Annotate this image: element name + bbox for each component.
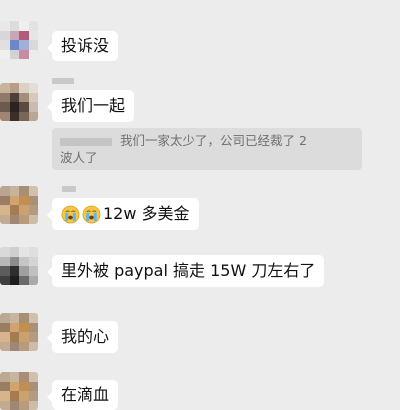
avatar[interactable]: [0, 372, 38, 410]
avatar[interactable]: [0, 21, 38, 59]
quoted-text-line-2: 波人了: [60, 150, 98, 165]
avatar[interactable]: [0, 83, 38, 121]
message-bubble[interactable]: 里外被 paypal 搞走 15W 刀左右了: [46, 255, 325, 287]
message-text: 投诉没: [61, 36, 110, 55]
quoted-text-line-1: 我们一家太少了，公司已经裁了 2: [120, 133, 307, 148]
avatar[interactable]: [0, 186, 38, 224]
crying-face-icon: [82, 205, 101, 223]
quoted-sender-name: [60, 137, 112, 146]
sender-name: [52, 78, 74, 84]
crying-face-icon: [61, 205, 80, 223]
message-text: 里外被 paypal 搞走 15W 刀左右了: [61, 261, 316, 280]
chat-window: 投诉没 我们一起 我们一家太少了，公司已经裁了 2 波人了 12w 多美金 里外…: [0, 0, 400, 410]
avatar[interactable]: [0, 313, 38, 351]
message-bubble[interactable]: 12w 多美金: [47, 198, 199, 230]
message-text: 我们一起: [61, 96, 126, 115]
message-bubble[interactable]: 我们一起: [46, 90, 135, 122]
message-bubble[interactable]: 投诉没: [46, 31, 119, 61]
sender-name: [62, 186, 76, 192]
quoted-message[interactable]: 我们一家太少了，公司已经裁了 2 波人了: [52, 128, 362, 170]
avatar[interactable]: [0, 247, 38, 285]
message-text: 在滴血: [61, 385, 110, 404]
message-bubble[interactable]: 在滴血: [46, 380, 119, 410]
message-bubble[interactable]: 我的心: [46, 321, 119, 353]
message-text: 我的心: [61, 327, 110, 346]
message-text: 12w 多美金: [103, 204, 190, 223]
